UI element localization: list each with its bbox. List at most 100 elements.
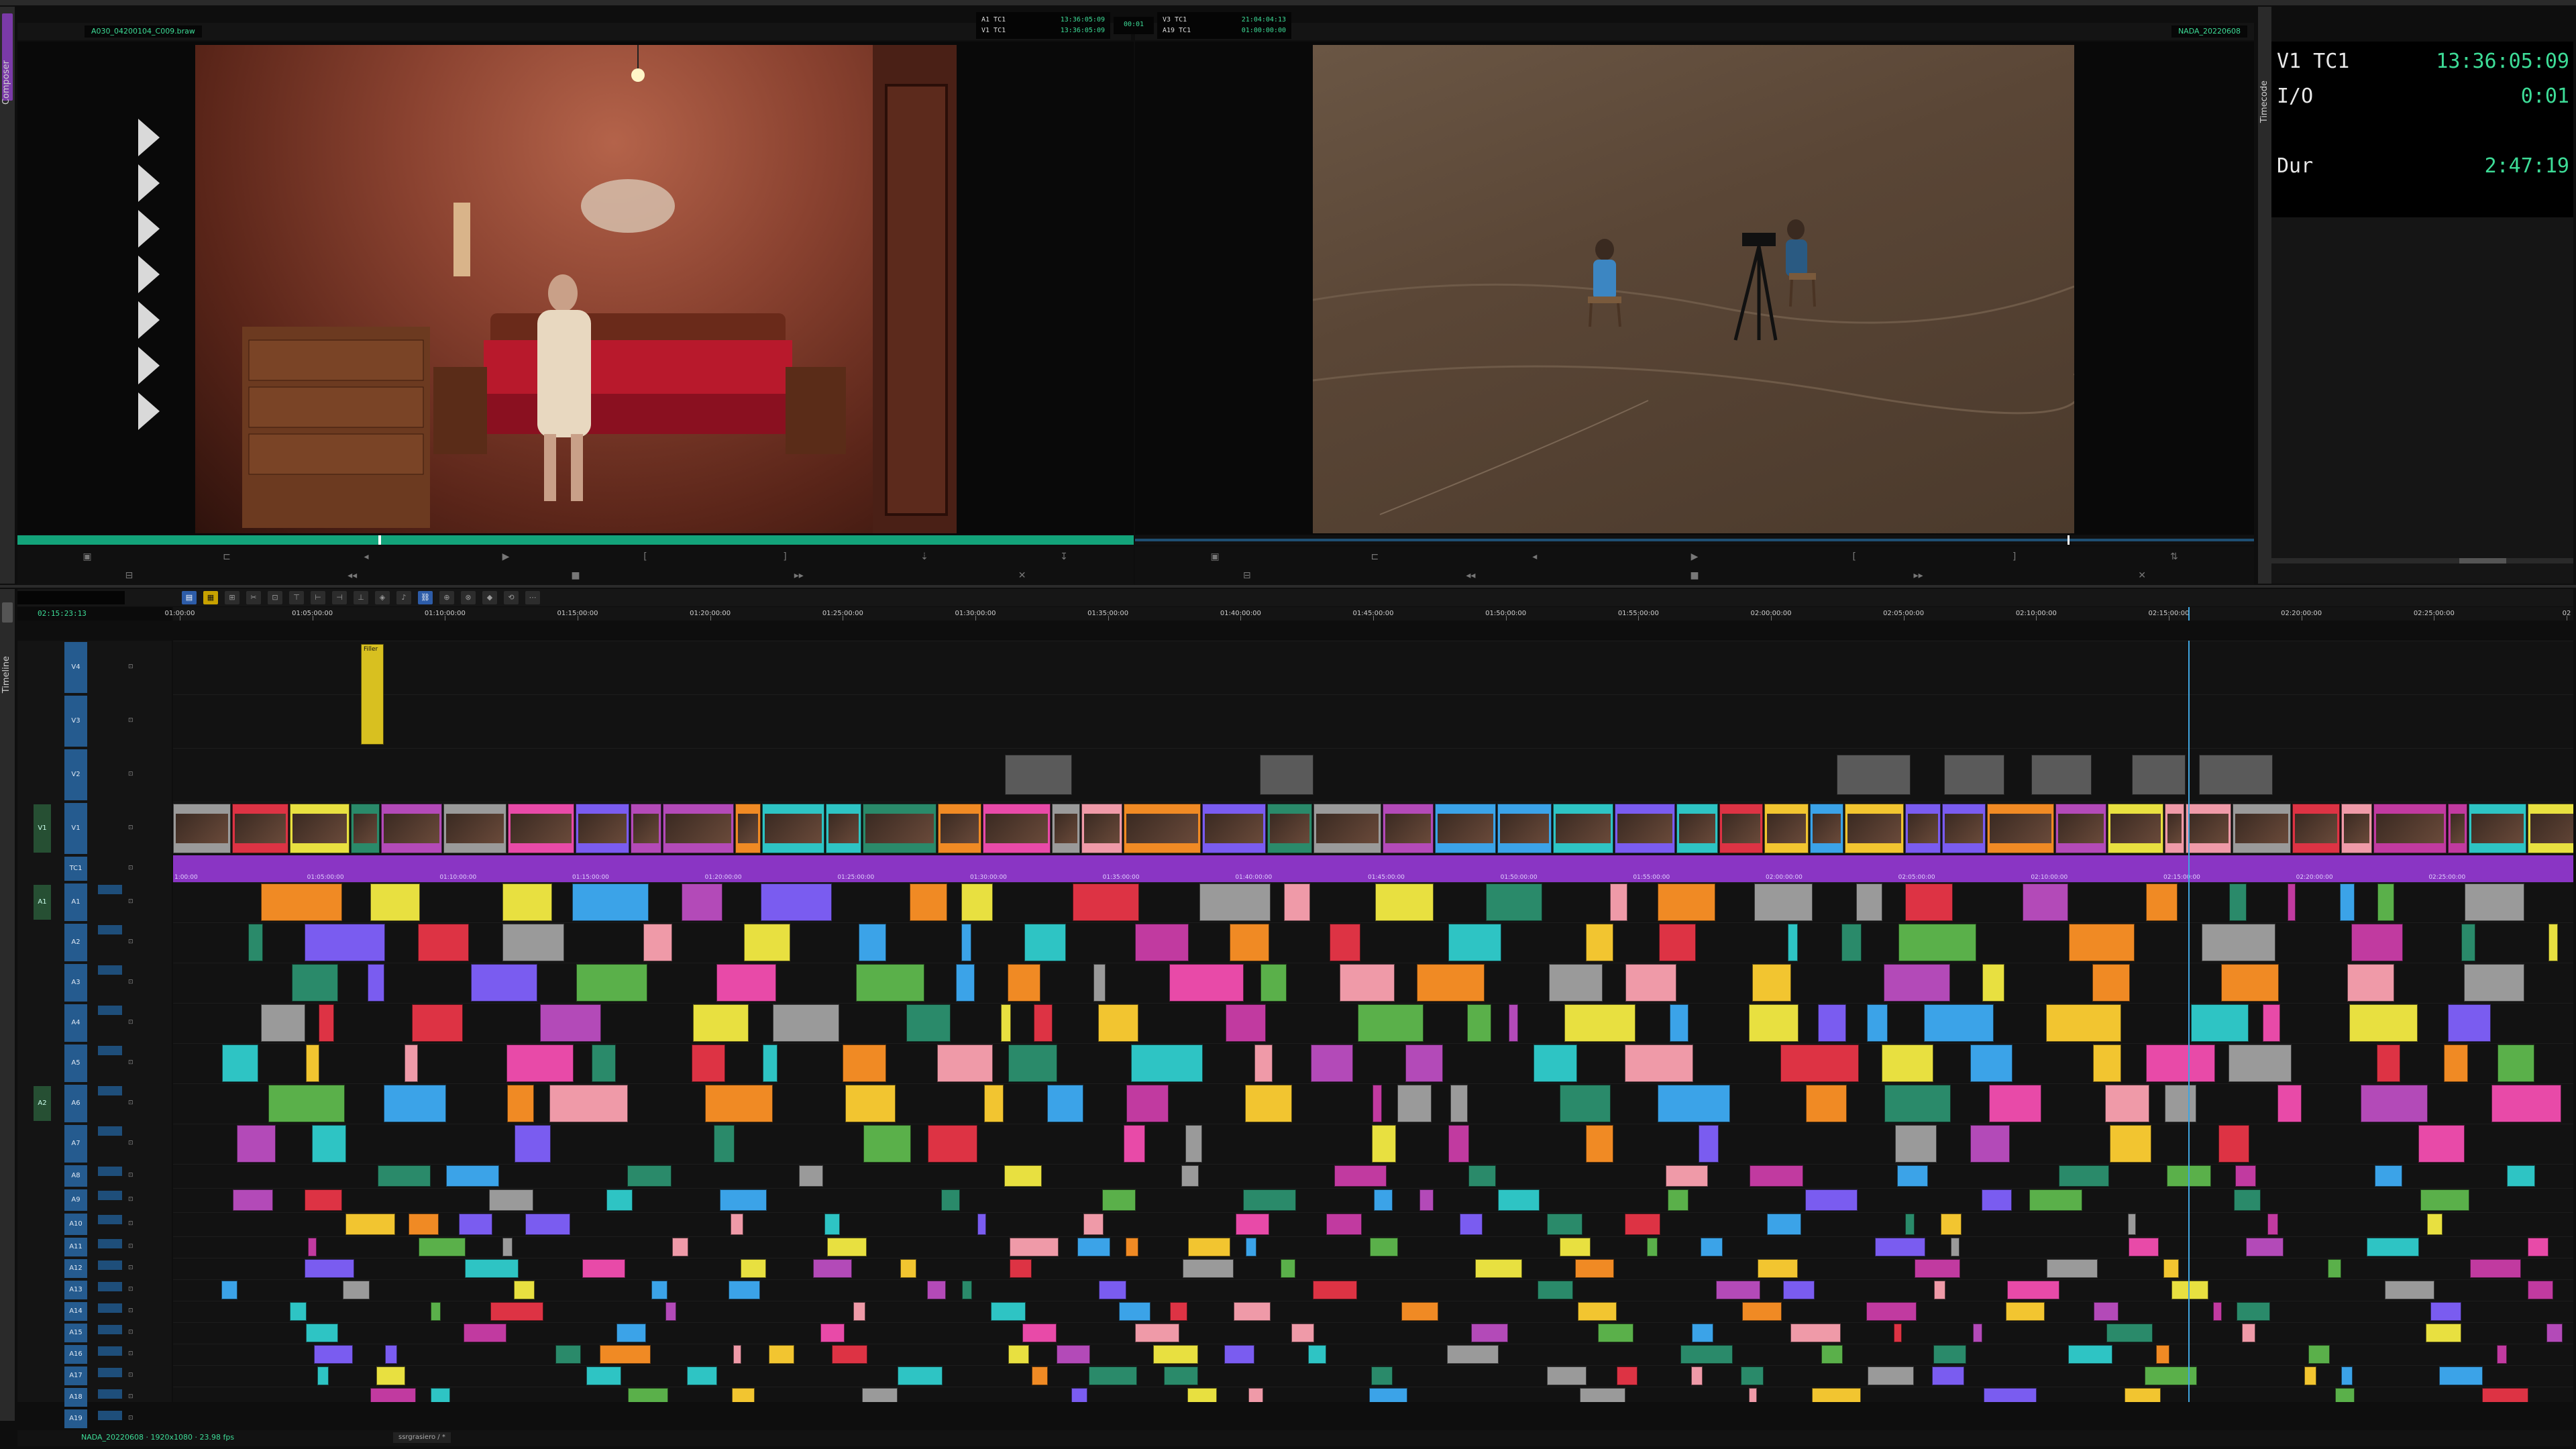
audio-clip[interactable]	[693, 1004, 749, 1042]
cut-button[interactable]: ✂	[246, 591, 261, 604]
track-monitor-toggle[interactable]	[98, 1346, 122, 1356]
audio-clip[interactable]	[2069, 924, 2135, 961]
track-lock-icon[interactable]: ⊡	[128, 1265, 133, 1271]
lift-button[interactable]: ▣	[1209, 551, 1221, 562]
audio-button[interactable]: ♪	[396, 591, 411, 604]
track-lock-icon[interactable]: ⊡	[128, 824, 133, 831]
audio-clip[interactable]	[582, 1259, 625, 1278]
audio-clip[interactable]	[1004, 1165, 1042, 1187]
audio-clip[interactable]	[1153, 1345, 1198, 1364]
video-clip-v2[interactable]	[1944, 755, 2004, 795]
audio-clip[interactable]	[1311, 1044, 1353, 1082]
audio-clip[interactable]	[1047, 1085, 1083, 1122]
track-monitor-toggle[interactable]	[98, 1411, 122, 1420]
record-sequence-name[interactable]: NADA_20220608	[2171, 25, 2247, 38]
audio-clip[interactable]	[937, 1044, 993, 1082]
audio-clip[interactable]	[2304, 1366, 2316, 1385]
audio-clip[interactable]	[431, 1302, 441, 1321]
track-label[interactable]: V3	[64, 696, 87, 747]
audio-clip[interactable]	[898, 1366, 943, 1385]
audio-clip[interactable]	[2242, 1324, 2255, 1342]
audio-clip[interactable]	[572, 883, 649, 921]
video-clip[interactable]	[2469, 804, 2526, 853]
audio-clip[interactable]	[268, 1085, 345, 1122]
audio-clip[interactable]	[465, 1259, 519, 1278]
video-clip-v2[interactable]	[1005, 755, 1072, 795]
audio-clip[interactable]	[576, 964, 647, 1002]
video-clip-v2[interactable]	[2031, 755, 2092, 795]
audio-clip[interactable]	[1780, 1044, 1859, 1082]
audio-clip[interactable]	[1234, 1302, 1271, 1321]
audio-clip[interactable]	[1818, 1004, 1846, 1042]
audio-clip[interactable]	[1131, 1044, 1203, 1082]
video-clip[interactable]	[2108, 804, 2163, 853]
audio-clip[interactable]	[1188, 1238, 1230, 1256]
timecode-side-tab[interactable]: Timecode	[2258, 7, 2271, 584]
audio-clip[interactable]	[1448, 924, 1501, 961]
audio-clip[interactable]	[853, 1302, 865, 1321]
audio-clip[interactable]	[1401, 1302, 1438, 1321]
audio-clip[interactable]	[2128, 1214, 2136, 1235]
audio-clip[interactable]	[385, 1345, 397, 1364]
audio-clip[interactable]	[2288, 883, 2296, 921]
audio-clip[interactable]	[1625, 1044, 1693, 1082]
audio-clip[interactable]	[1547, 1214, 1582, 1235]
audio-clip[interactable]	[1008, 964, 1040, 1002]
audio-clip[interactable]	[1509, 1004, 1518, 1042]
source-track-a2[interactable]: A2	[34, 1086, 51, 1121]
audio-clip[interactable]	[1984, 1388, 2037, 1402]
audio-clip[interactable]	[459, 1214, 492, 1235]
audio-clip[interactable]	[586, 1366, 621, 1385]
audio-clip[interactable]	[2341, 1366, 2353, 1385]
audio-clip[interactable]	[2213, 1302, 2222, 1321]
track-label[interactable]: A11	[64, 1238, 87, 1256]
audio-clip[interactable]	[1170, 1302, 1187, 1321]
audio-clip[interactable]	[515, 1125, 551, 1163]
audio-clip[interactable]	[714, 1125, 735, 1163]
audio-clip[interactable]	[832, 1345, 867, 1364]
audio-clip[interactable]	[525, 1214, 570, 1235]
track-header-a18[interactable]: A18 ⊡	[17, 1387, 189, 1408]
audio-clip[interactable]	[378, 1165, 431, 1187]
audio-clip[interactable]	[431, 1388, 450, 1402]
track-header-a13[interactable]: A13 ⊡	[17, 1279, 189, 1301]
audio-clip[interactable]	[549, 1085, 628, 1122]
sync-button[interactable]: ⊟	[123, 570, 135, 581]
rec-step-back-button[interactable]: ◂	[1529, 551, 1541, 562]
track-lock-icon[interactable]: ⊡	[128, 1099, 133, 1106]
audio-clip[interactable]	[1119, 1302, 1150, 1321]
track-monitor-toggle[interactable]	[98, 1215, 122, 1224]
record-monitor[interactable]	[1135, 42, 2254, 535]
audio-clip[interactable]	[409, 1214, 439, 1235]
audio-clip[interactable]	[1915, 1259, 1960, 1278]
audio-clip[interactable]	[1135, 924, 1189, 961]
audio-clip[interactable]	[2420, 1189, 2469, 1211]
video-clip[interactable]	[1676, 804, 1718, 853]
audio-clip[interactable]	[1034, 1004, 1053, 1042]
audio-clip[interactable]	[1982, 964, 2004, 1002]
audio-clip[interactable]	[2347, 964, 2394, 1002]
audio-clip[interactable]	[1749, 1388, 1757, 1402]
audio-clip[interactable]	[2277, 1085, 2302, 1122]
video-clip[interactable]	[1497, 804, 1552, 853]
audio-clip[interactable]	[1330, 924, 1360, 961]
sequence-area[interactable]: 1:00:00 01:05:00:00 01:10:00:00 01:15:00:00…	[173, 641, 2573, 1402]
audio-clip[interactable]	[705, 1085, 773, 1122]
render-button[interactable]: ⟲	[504, 591, 519, 604]
audio-clip[interactable]	[2229, 883, 2247, 921]
rec-clear-button[interactable]: ✕	[2136, 570, 2148, 581]
audio-clip[interactable]	[961, 924, 971, 961]
audio-clip[interactable]	[2377, 1044, 2400, 1082]
mark-clip-button[interactable]: ▣	[81, 551, 93, 562]
track-header-a2[interactable]: A2 ⊡	[17, 922, 189, 963]
audio-clip[interactable]	[1580, 1388, 1625, 1402]
video-clip[interactable]	[2373, 804, 2447, 853]
audio-clip[interactable]	[1369, 1388, 1407, 1402]
video-clip[interactable]	[576, 804, 629, 853]
audio-clip[interactable]	[2448, 1004, 2491, 1042]
audio-clip[interactable]	[1248, 1388, 1263, 1402]
track-monitor-toggle[interactable]	[98, 1006, 122, 1015]
source-tc-display[interactable]: A1 TC1 13:36:05:09 V1 TC1 13:36:05:09	[976, 12, 1110, 39]
source-track-a1[interactable]: A1	[34, 885, 51, 920]
audio-clip[interactable]	[1199, 883, 1271, 921]
